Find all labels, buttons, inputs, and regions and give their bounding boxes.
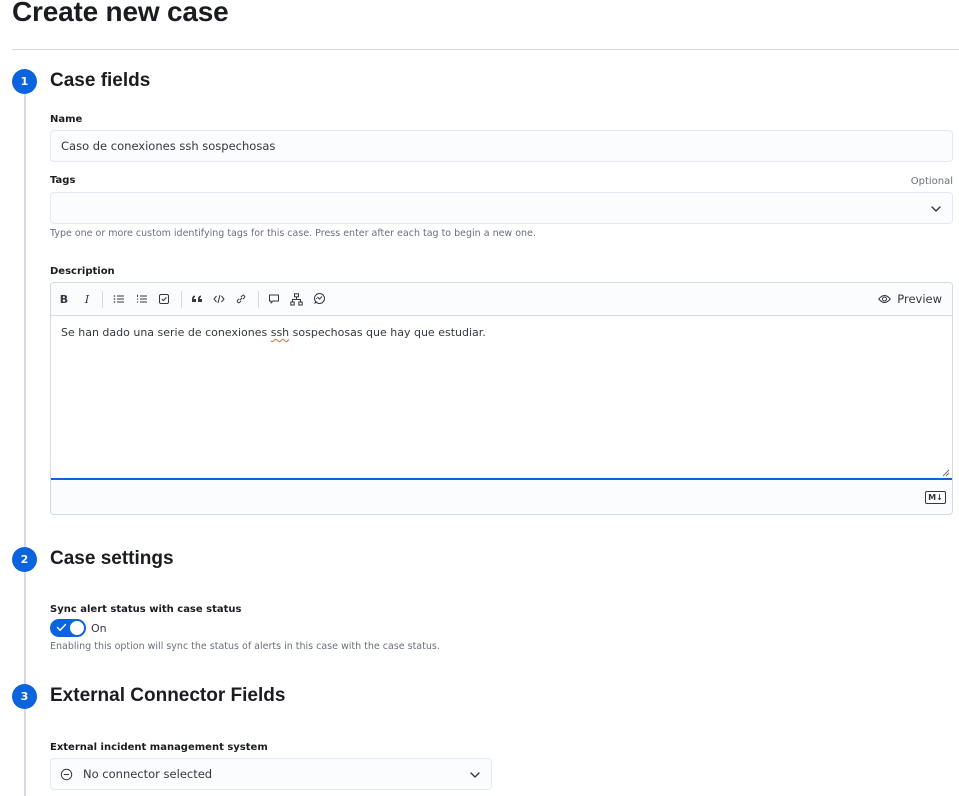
step-title-external-connector-fields: External Connector Fields	[50, 685, 286, 706]
comment-icon[interactable]	[266, 291, 282, 307]
step-line-1	[24, 94, 26, 548]
step-title-case-settings: Case settings	[50, 548, 174, 569]
sync-alert-help-text: Enabling this option will sync the statu…	[50, 641, 440, 652]
title-divider	[12, 49, 959, 50]
preview-label: Preview	[897, 292, 942, 306]
name-field[interactable]	[50, 130, 953, 162]
description-textarea[interactable]: Se han dado una serie de conexiones ssh …	[51, 316, 952, 480]
code-icon[interactable]	[211, 291, 227, 307]
description-text-start: Se han dado una serie de conexiones	[61, 326, 271, 339]
step-line-3	[24, 709, 26, 796]
quote-icon[interactable]	[189, 291, 205, 307]
step-title-case-fields: Case fields	[50, 70, 151, 91]
markdown-toolbar: B I Preview	[51, 283, 952, 316]
page-title: Create new case	[12, 0, 229, 27]
markdown-icon[interactable]: M↓	[925, 491, 946, 504]
tags-help-text: Type one or more custom identifying tags…	[50, 228, 536, 239]
timeline-icon[interactable]	[311, 291, 327, 307]
connector-selected-value: No connector selected	[83, 767, 213, 781]
resize-handle-icon[interactable]	[942, 469, 950, 477]
tags-label: Tags	[50, 175, 76, 186]
numbered-list-icon[interactable]	[134, 291, 150, 307]
italic-icon[interactable]: I	[79, 291, 95, 307]
sync-alert-label: Sync alert status with case status	[50, 604, 242, 615]
task-list-icon[interactable]	[156, 291, 172, 307]
toggle-knob	[69, 620, 85, 636]
name-input[interactable]	[51, 131, 952, 161]
step-number-3: 3	[12, 684, 37, 709]
sync-alert-state-label: On	[91, 622, 107, 635]
step-number-2: 2	[12, 547, 37, 572]
sync-alert-toggle[interactable]	[50, 619, 86, 637]
diagram-icon[interactable]	[288, 291, 304, 307]
tags-optional-label: Optional	[910, 176, 953, 187]
description-misspelled-word: ssh	[270, 326, 290, 339]
name-label: Name	[50, 114, 83, 125]
toolbar-divider	[258, 291, 259, 308]
editor-footer: M↓	[51, 480, 952, 514]
toolbar-divider	[102, 291, 103, 308]
eye-icon	[878, 295, 892, 303]
bold-icon[interactable]: B	[56, 291, 72, 307]
markdown-editor: B I Preview Se han dado una serie de con…	[50, 282, 953, 515]
tags-combobox[interactable]	[50, 192, 953, 224]
preview-button[interactable]: Preview	[878, 291, 942, 307]
connector-label: External incident management system	[50, 742, 268, 753]
connector-select[interactable]: No connector selected	[50, 758, 492, 790]
step-number-1: 1	[12, 69, 37, 94]
no-connector-icon	[60, 768, 73, 781]
chevron-down-icon[interactable]	[469, 769, 481, 781]
check-icon	[56, 623, 67, 631]
chevron-down-icon[interactable]	[930, 203, 942, 215]
description-label: Description	[50, 266, 115, 277]
step-line-2	[24, 572, 26, 685]
toolbar-divider	[181, 291, 182, 308]
link-icon[interactable]	[233, 291, 249, 307]
description-text-end: sospechosas que hay que estudiar.	[289, 326, 486, 339]
bullet-list-icon[interactable]	[111, 291, 127, 307]
